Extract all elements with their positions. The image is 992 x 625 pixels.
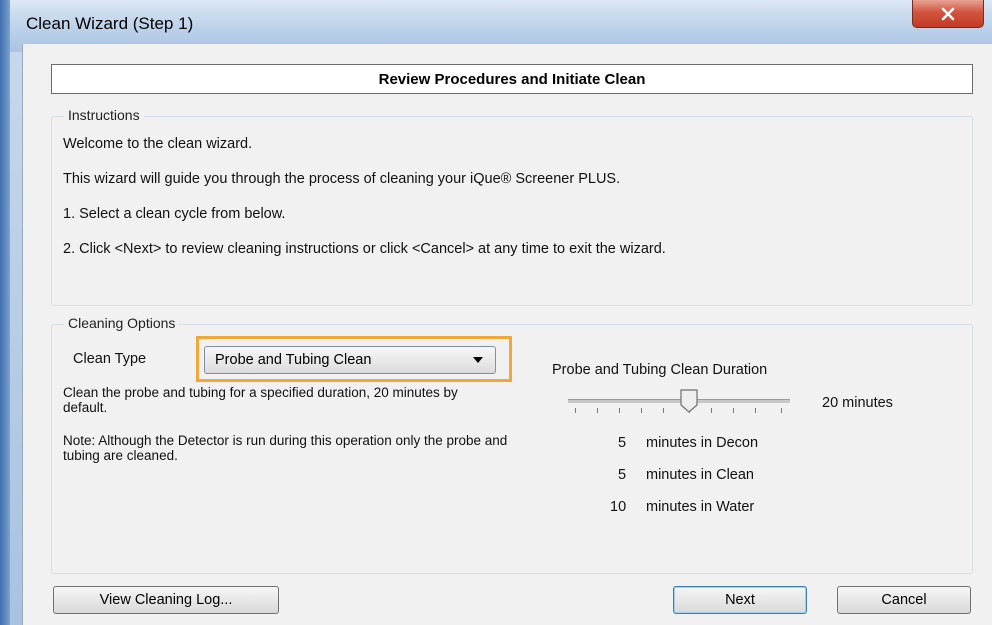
decon-label: minutes in Decon	[646, 435, 759, 451]
clean-type-description: Clean the probe and tubing for a specifi…	[63, 385, 458, 415]
chevron-down-icon	[473, 357, 483, 363]
water-label: minutes in Water	[646, 499, 755, 515]
duration-title: Probe and Tubing Clean Duration	[552, 362, 768, 378]
view-cleaning-log-button[interactable]: View Cleaning Log...	[53, 586, 279, 614]
clean-type-label: Clean Type	[73, 351, 147, 367]
page-title: Review Procedures and Initiate Clean	[51, 64, 973, 94]
decon-minutes: 5	[618, 435, 627, 451]
instruction-line-welcome: Welcome to the clean wizard.	[63, 136, 253, 152]
wizard-body: Review Procedures and Initiate Clean Ins…	[22, 44, 992, 625]
slider-tick	[711, 408, 712, 413]
duration-slider-thumb[interactable]	[679, 389, 699, 413]
clean-label: minutes in Clean	[646, 467, 754, 483]
clean-minutes: 5	[618, 467, 627, 483]
water-minutes: 10	[610, 499, 627, 515]
clean-wizard-window: Clean Wizard (Step 1) Review Procedures …	[0, 0, 992, 625]
instructions-legend: Instructions	[64, 107, 144, 123]
close-button[interactable]	[912, 0, 984, 28]
cleaning-options-legend: Cleaning Options	[64, 315, 180, 331]
instruction-line-guide: This wizard will guide you through the p…	[63, 171, 621, 187]
slider-tick	[733, 408, 734, 413]
slider-tick	[641, 408, 642, 413]
window-left-frame	[0, 0, 10, 625]
instruction-line-step1: 1. Select a clean cycle from below.	[63, 206, 286, 222]
window-title: Clean Wizard (Step 1)	[26, 14, 194, 33]
clean-type-selected-value: Probe and Tubing Clean	[215, 352, 372, 368]
cancel-button[interactable]: Cancel	[837, 586, 971, 614]
slider-tick	[597, 408, 598, 413]
slider-tick	[755, 408, 756, 413]
slider-tick	[663, 408, 664, 413]
slider-tick	[619, 408, 620, 413]
duration-value: 20 minutes	[822, 395, 893, 411]
detector-note: Note: Although the Detector is run durin…	[63, 433, 508, 463]
next-button[interactable]: Next	[673, 586, 807, 614]
slider-tick	[575, 408, 576, 413]
slider-tick	[781, 408, 782, 413]
instruction-line-step2: 2. Click <Next> to review cleaning instr…	[63, 241, 666, 257]
close-icon	[941, 7, 955, 20]
clean-type-dropdown[interactable]: Probe and Tubing Clean	[204, 346, 496, 374]
